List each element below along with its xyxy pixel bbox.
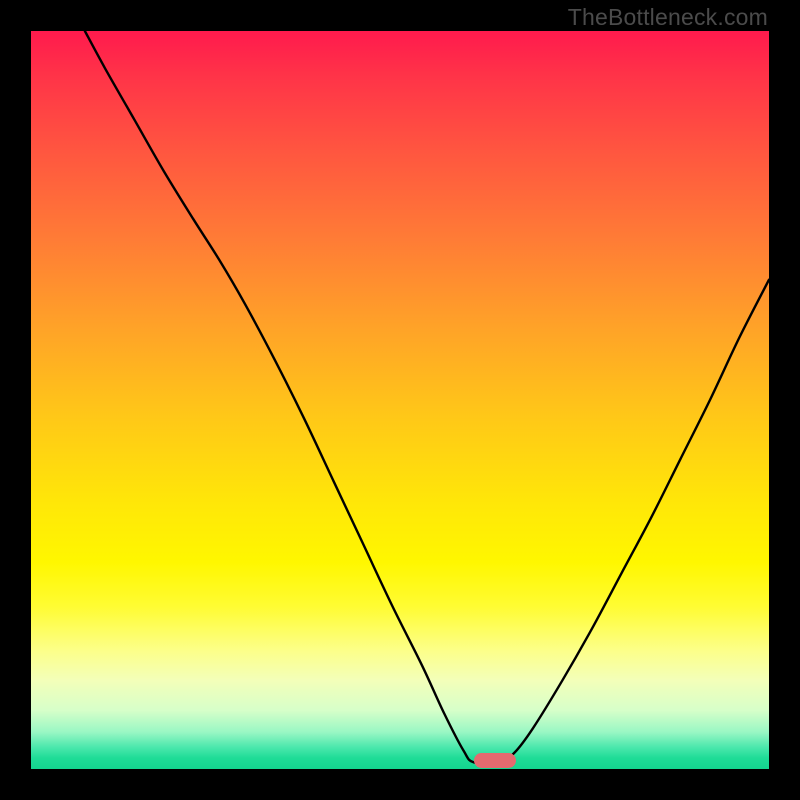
chart-frame: TheBottleneck.com	[0, 0, 800, 800]
bottleneck-curve	[31, 31, 769, 769]
plot-area	[31, 31, 769, 769]
watermark-text: TheBottleneck.com	[568, 4, 768, 31]
optimal-marker	[474, 753, 516, 768]
